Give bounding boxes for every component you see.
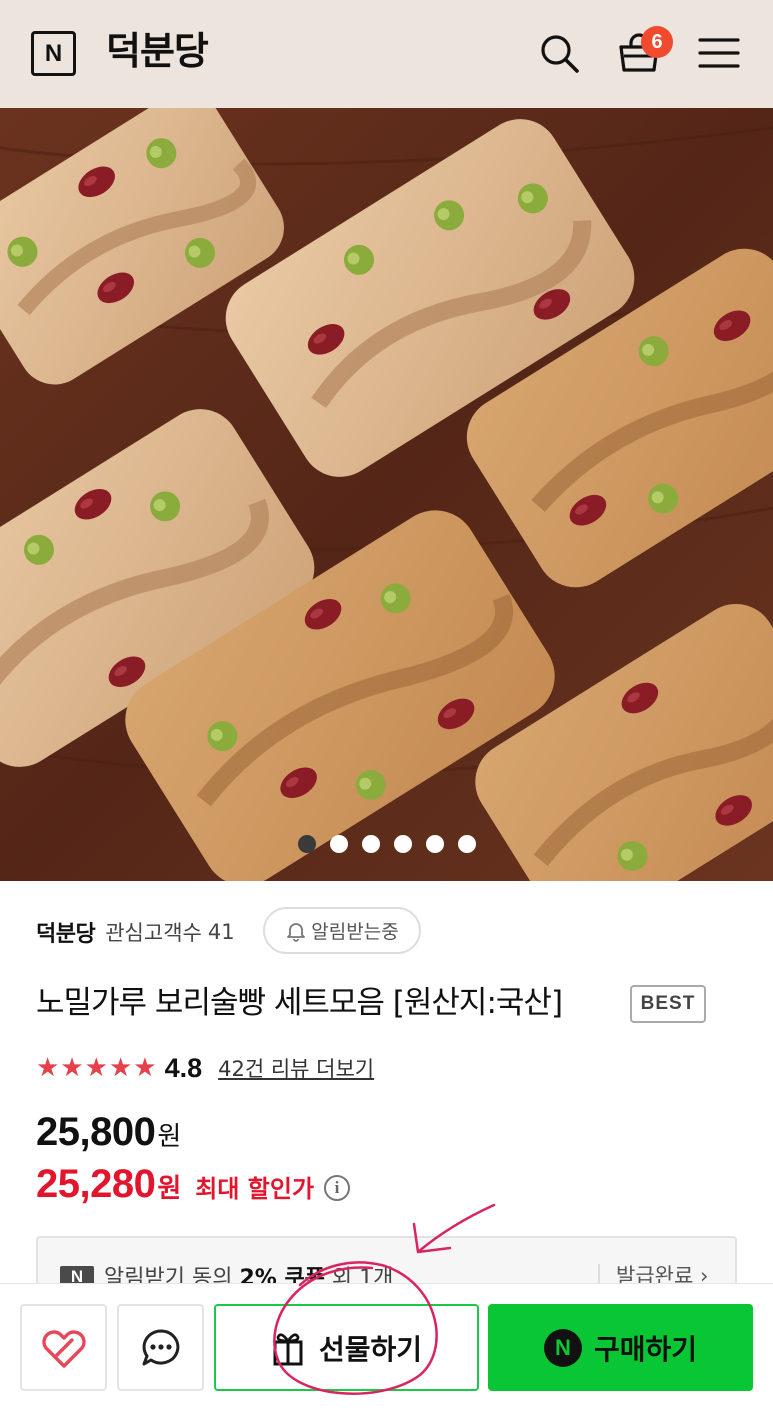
price-amount: 25,800 xyxy=(36,1110,156,1154)
price-unit: 원 xyxy=(157,1122,182,1152)
pagination-dot[interactable] xyxy=(394,835,412,853)
notification-label: 알림받는중 xyxy=(311,921,399,943)
buy-label: 구매하기 xyxy=(593,1332,698,1366)
product-image[interactable] xyxy=(0,108,773,881)
pagination-dot[interactable] xyxy=(298,835,316,853)
store-name-link[interactable]: 덕분당 xyxy=(36,916,96,948)
menu-icon[interactable] xyxy=(696,30,742,76)
regular-price: 25,800 원 xyxy=(36,1110,181,1160)
wishlist-button[interactable] xyxy=(20,1304,107,1391)
app-header: N 덕분당 6 xyxy=(0,0,773,108)
star-icon: ★ xyxy=(133,1053,157,1083)
gift-icon xyxy=(273,1332,303,1365)
rating-value: 4.8 xyxy=(164,1052,203,1083)
naver-pay-icon: N xyxy=(543,1328,582,1367)
notification-toggle-button[interactable]: 알림받는중 xyxy=(263,907,421,954)
gift-label: 선물하기 xyxy=(318,1332,423,1366)
buy-button[interactable]: N 구매하기 xyxy=(488,1304,753,1391)
talk-button[interactable] xyxy=(117,1304,204,1391)
pagination-dot[interactable] xyxy=(426,835,444,853)
store-title[interactable]: 덕분당 xyxy=(106,26,209,76)
search-icon[interactable] xyxy=(536,30,582,76)
star-icon: ★ xyxy=(108,1053,133,1083)
sale-unit: 원 xyxy=(157,1174,182,1204)
cart-count-badge: 6 xyxy=(641,26,673,58)
star-icon: ★ xyxy=(60,1053,84,1083)
barley-bread-photo xyxy=(0,108,773,881)
pagination-dot[interactable] xyxy=(458,835,476,853)
naver-logo[interactable]: N xyxy=(31,31,76,76)
max-discount-label: 최대 할인가 xyxy=(195,1175,315,1203)
heart-icon xyxy=(41,1329,86,1368)
bottom-action-bar: 선물하기 N 구매하기 xyxy=(0,1283,773,1415)
followers-count: 41 xyxy=(207,920,235,944)
store-info-row: 덕분당 관심고객수 41 xyxy=(36,910,235,954)
followers-label: 관심고객수 xyxy=(105,921,202,945)
pagination-dot[interactable] xyxy=(330,835,348,853)
info-icon[interactable]: i xyxy=(324,1175,351,1201)
star-icon: ★ xyxy=(84,1053,108,1083)
star-icon: ★ xyxy=(36,1053,60,1083)
product-title: 노밀가루 보리술빵 세트모음 [원산지:국산] xyxy=(36,985,563,1021)
sale-amount: 25,280 xyxy=(36,1162,156,1206)
chat-icon xyxy=(142,1329,179,1365)
sale-price: 25,280 원 최대 할인가 i xyxy=(36,1162,351,1214)
pagination-dot[interactable] xyxy=(362,835,380,853)
image-pagination[interactable] xyxy=(298,835,476,853)
reviews-link[interactable]: 42건 리뷰 더보기 xyxy=(218,1053,374,1083)
star-rating: ★ ★ ★ ★ ★ xyxy=(36,1053,157,1083)
rating-row: ★ ★ ★ ★ ★ 4.8 42건 리뷰 더보기 xyxy=(36,1050,374,1086)
bell-icon xyxy=(287,922,306,942)
best-badge: BEST xyxy=(630,985,706,1023)
gift-button[interactable]: 선물하기 xyxy=(214,1304,479,1391)
